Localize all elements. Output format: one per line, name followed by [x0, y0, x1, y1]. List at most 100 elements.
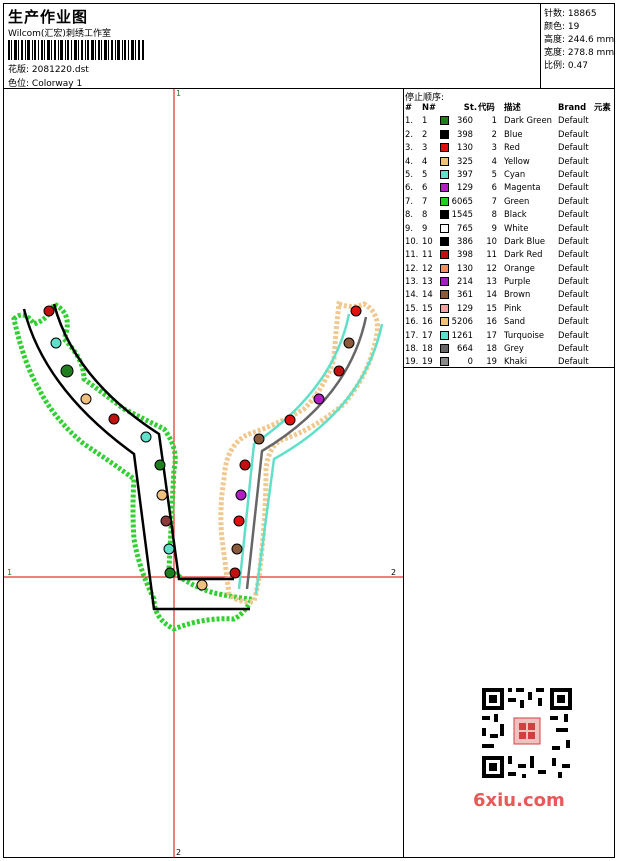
row-stitches: 765 [457, 222, 473, 233]
header-code: 代码 [478, 102, 495, 112]
row-brand: Default [558, 262, 589, 273]
table-row: 17. 17 1261 17 Turquoise Default [405, 329, 615, 342]
color-swatch [440, 223, 449, 233]
row-idx: 11. [405, 249, 419, 260]
table-row: 16. 16 5206 16 Sand Default [405, 315, 615, 328]
row-stitches: 129 [457, 182, 473, 193]
pattern-line: 花版: 2081220.dst [8, 62, 89, 75]
row-stitches: 386 [457, 235, 473, 246]
row-brand: Default [558, 209, 589, 220]
row-code: 17 [486, 329, 497, 340]
row-desc: Orange [504, 262, 535, 273]
turquoise-line-right-outer [254, 323, 384, 595]
row-code: 10 [486, 235, 497, 246]
row-stitches: 360 [457, 115, 473, 126]
row-no: 11 [422, 249, 433, 260]
dot-markers-right [229, 305, 362, 579]
table-row: 15. 15 129 15 Pink Default [405, 302, 615, 315]
row-desc: Red [504, 142, 520, 153]
row-stitches: 1261 [451, 329, 473, 340]
color-swatch [440, 290, 449, 300]
row-brand: Default [558, 276, 589, 287]
table-row: 9. 9 765 9 White Default [405, 222, 615, 235]
row-stitches: 214 [457, 276, 473, 287]
row-idx: 13. [405, 276, 419, 287]
row-code: 3 [491, 142, 497, 153]
row-no: 4 [422, 155, 428, 166]
row-stitches: 1545 [451, 209, 473, 220]
row-idx: 4. [405, 155, 413, 166]
color-swatch [440, 156, 449, 166]
color-swatch [440, 330, 449, 340]
color-swatch [440, 277, 449, 287]
row-stitches: 325 [457, 155, 473, 166]
studio-name: Wilcom(汇宏)刺绣工作室 [8, 29, 111, 39]
row-idx: 7. [405, 195, 413, 206]
row-code: 5 [491, 168, 497, 179]
row-desc: Grey [504, 343, 524, 354]
row-code: 15 [486, 302, 497, 313]
row-stitches: 397 [457, 168, 473, 179]
row-code: 4 [491, 155, 497, 166]
axis-label-bottom: 2 [176, 848, 181, 857]
black-line-left [22, 308, 250, 611]
row-desc: White [504, 222, 529, 233]
row-brand: Default [558, 235, 589, 246]
qr-code-icon [478, 684, 576, 782]
row-desc: Dark Green [504, 115, 552, 126]
header-elem: 元素 [594, 102, 611, 112]
row-desc: Yellow [504, 155, 530, 166]
color-swatch [440, 129, 449, 139]
table-row: 18. 18 664 18 Grey Default [405, 342, 615, 355]
row-no: 9 [422, 222, 428, 233]
stat-height: 高度: 244.6 mm [544, 35, 615, 45]
color-swatch [440, 236, 449, 246]
stats-panel: 针数: 18865 颜色: 19 高度: 244.6 mm 宽度: 278.8 … [540, 4, 616, 88]
row-no: 1 [422, 115, 428, 126]
row-brand: Default [558, 168, 589, 179]
row-stitches: 129 [457, 302, 473, 313]
table-row: 13. 13 214 13 Purple Default [405, 275, 615, 288]
row-brand: Default [558, 115, 589, 126]
row-idx: 5. [405, 168, 413, 179]
row-brand: Default [558, 329, 589, 340]
row-brand: Default [558, 356, 589, 367]
color-swatch [440, 169, 449, 179]
turquoise-line-right [237, 313, 351, 590]
row-no: 3 [422, 142, 428, 153]
header-left: 生产作业图 Wilcom(汇宏)刺绣工作室 花版: 2081220.dst 色位… [4, 4, 540, 89]
row-no: 19 [422, 356, 433, 367]
row-brand: Default [558, 195, 589, 206]
header-st: St. [463, 102, 477, 112]
row-no: 5 [422, 168, 428, 179]
row-no: 2 [422, 128, 428, 139]
row-code: 7 [491, 195, 497, 206]
row-stitches: 5206 [451, 316, 473, 327]
row-code: 9 [491, 222, 497, 233]
table-row: 12. 12 130 12 Orange Default [405, 262, 615, 275]
row-code: 1 [491, 115, 497, 126]
row-no: 12 [422, 262, 433, 273]
sand-lace-right [218, 300, 380, 605]
stat-stitches: 针数: 18865 [544, 9, 597, 19]
row-brand: Default [558, 142, 589, 153]
row-idx: 6. [405, 182, 413, 193]
row-desc: Blue [504, 128, 523, 139]
row-brand: Default [558, 302, 589, 313]
pattern-value: 2081220.dst [31, 65, 89, 75]
axis-label-top: 1 [176, 89, 181, 98]
row-no: 10 [422, 235, 433, 246]
row-stitches: 398 [457, 249, 473, 260]
color-swatch [440, 183, 449, 193]
row-idx: 3. [405, 142, 413, 153]
row-brand: Default [558, 155, 589, 166]
row-no: 8 [422, 209, 428, 220]
row-desc: Turquoise [504, 329, 545, 340]
row-idx: 14. [405, 289, 419, 300]
embroidery-design: 1 2 1 2 [4, 89, 403, 858]
row-brand: Default [558, 316, 589, 327]
panel-divider [403, 88, 404, 858]
row-code: 12 [486, 262, 497, 273]
stat-scale: 比例: 0.47 [544, 61, 588, 71]
table-row: 4. 4 325 4 Yellow Default [405, 155, 615, 168]
